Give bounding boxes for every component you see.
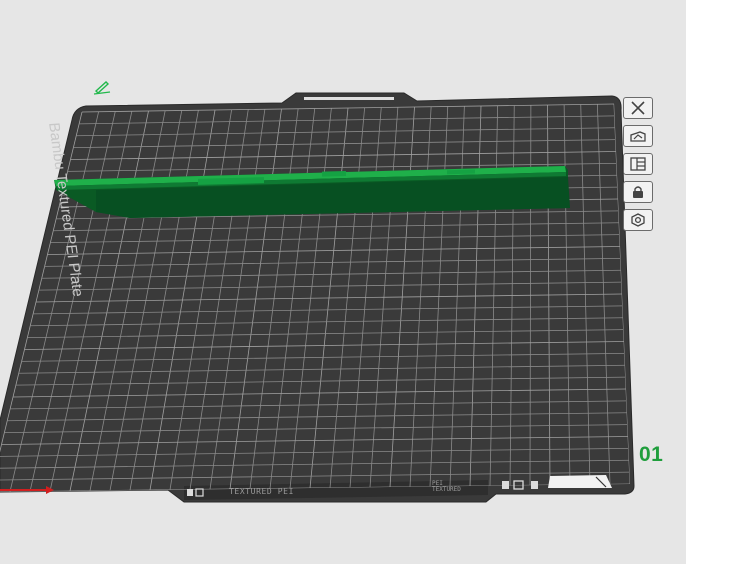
close-icon <box>631 101 645 115</box>
plate-strip-small-text: PEI TEXTURED <box>432 480 461 493</box>
plate-toolbar <box>623 97 659 231</box>
plate-settings-button[interactable] <box>623 209 653 231</box>
plate-number-label: 01 <box>639 443 664 466</box>
arrange-button[interactable] <box>623 153 653 175</box>
plate-strip-text: TEXTURED PEI <box>229 487 294 496</box>
edit-pencil-icon[interactable] <box>92 79 114 95</box>
auto-orient-button[interactable] <box>623 125 653 147</box>
arrange-icon <box>630 157 646 171</box>
close-plate-button[interactable] <box>623 97 653 119</box>
auto-orient-icon <box>630 131 646 142</box>
lock-plate-button[interactable] <box>623 181 653 203</box>
settings-icon <box>631 213 645 227</box>
lock-icon <box>633 186 643 198</box>
plate-handle-highlight <box>304 97 394 100</box>
3d-viewport[interactable]: Bambu Textured PEI Plate TEXTURED PEI PE… <box>0 0 686 564</box>
plate-corner-marker <box>548 475 612 488</box>
